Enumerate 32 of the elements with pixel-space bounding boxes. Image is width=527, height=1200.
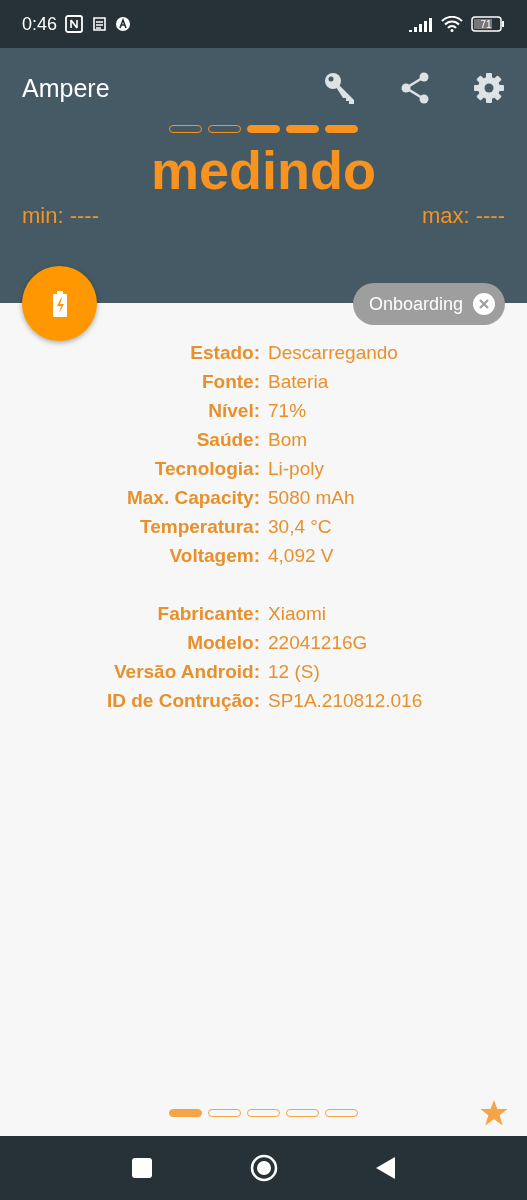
info-value: 12 (S) bbox=[268, 660, 321, 684]
info-value: Li-poly bbox=[268, 457, 325, 481]
info-label: Nível: bbox=[207, 399, 260, 423]
onboarding-chip[interactable]: Onboarding bbox=[352, 283, 505, 325]
info-label: ID de Contrução: bbox=[105, 689, 260, 713]
info-value: 71% bbox=[268, 399, 308, 423]
info-value: Bateria bbox=[268, 370, 330, 394]
info-value: 30,4 °C bbox=[268, 515, 333, 539]
max-reading: max: ---- bbox=[421, 203, 505, 229]
clock-time: 0:46 bbox=[22, 13, 58, 35]
chip-label: Onboarding bbox=[368, 293, 463, 315]
info-label: Temperatura: bbox=[139, 515, 260, 539]
status-reading: medindo bbox=[150, 139, 377, 201]
info-label: Saúde: bbox=[195, 428, 260, 452]
info-label: Tecnologia: bbox=[153, 457, 260, 481]
info-label: Max. Capacity: bbox=[125, 486, 260, 510]
info-label: Estado: bbox=[189, 341, 260, 365]
info-value: Bom bbox=[268, 428, 309, 452]
info-label: Modelo: bbox=[186, 631, 260, 655]
info-value: Descarregando bbox=[268, 341, 399, 365]
info-label: Versão Android: bbox=[112, 660, 260, 684]
info-value: 4,092 V bbox=[268, 544, 335, 568]
info-label: Fabricante: bbox=[156, 602, 260, 626]
info-value: SP1A.210812.016 bbox=[268, 689, 424, 713]
info-value: Xiaomi bbox=[268, 602, 328, 626]
info-value: 5080 mAh bbox=[268, 486, 356, 510]
info-value: 22041216G bbox=[268, 631, 369, 655]
info-label: Fonte: bbox=[200, 370, 260, 394]
battery-icon: 71 bbox=[471, 16, 505, 32]
info-label: Voltagem: bbox=[168, 544, 260, 568]
app-title: Ampere bbox=[22, 73, 111, 103]
min-reading: min: ---- bbox=[22, 203, 99, 229]
